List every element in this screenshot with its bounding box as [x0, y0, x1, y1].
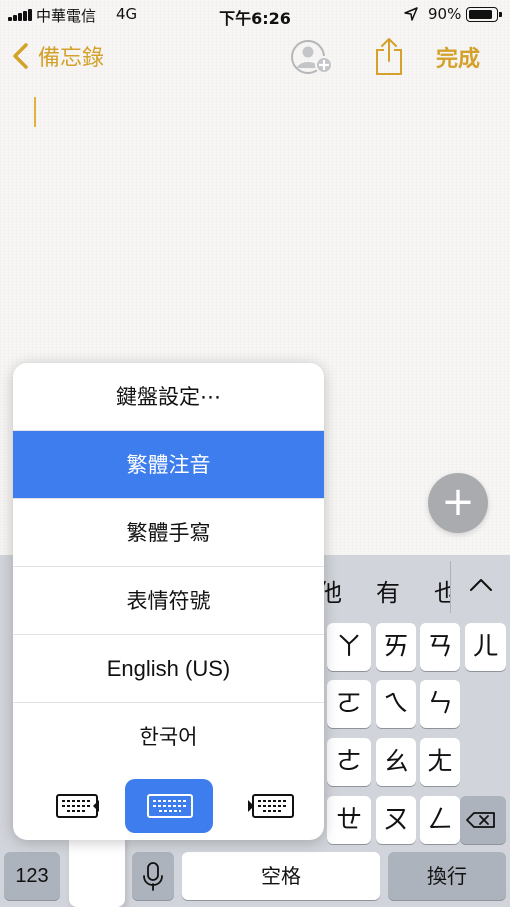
- key-label: 空格: [261, 864, 301, 888]
- key-ㄝ[interactable]: ㄝ: [327, 796, 371, 844]
- return-key[interactable]: 換行: [388, 852, 506, 900]
- delete-icon: [466, 812, 495, 828]
- back-label: 備忘錄: [38, 46, 105, 71]
- keyboard-left-button[interactable]: [35, 779, 123, 833]
- keyboard-layout-options: [13, 771, 324, 840]
- key-ㄢ[interactable]: ㄢ: [420, 623, 460, 671]
- keyboard-switcher-menu: 鍵盤設定⋯ 繁體注音 繁體手寫 表情符號 English (US) 한국어: [13, 363, 324, 840]
- status-bar: 中華電信 4G 下午6:26 90%: [0, 0, 510, 30]
- key-ㄜ[interactable]: ㄜ: [327, 738, 371, 786]
- text-cursor: [34, 97, 36, 127]
- key-label: ㄤ: [426, 747, 453, 777]
- microphone-icon: [143, 862, 163, 891]
- key-label: ㄝ: [335, 805, 362, 835]
- menu-item-zhuyin[interactable]: 繁體注音: [13, 431, 324, 499]
- key-ㄞ[interactable]: ㄞ: [376, 623, 416, 671]
- key-ㄤ[interactable]: ㄤ: [420, 738, 460, 786]
- key-label: ㄛ: [335, 689, 362, 719]
- key-label: 換行: [427, 864, 467, 888]
- candidate-word[interactable]: 也: [434, 573, 450, 608]
- key-ㄡ[interactable]: ㄡ: [376, 796, 416, 844]
- back-button[interactable]: 備忘錄: [10, 40, 104, 72]
- keyboard-full-icon: [147, 794, 193, 818]
- keyboard-right-icon: [248, 794, 294, 818]
- battery-icon: [466, 7, 502, 22]
- keyboard-full-button[interactable]: [125, 779, 213, 833]
- share-icon[interactable]: [374, 36, 404, 76]
- menu-item-korean[interactable]: 한국어: [13, 703, 324, 771]
- done-button[interactable]: 完成: [436, 41, 480, 73]
- key-ㄠ[interactable]: ㄠ: [376, 738, 416, 786]
- key-label: ㄜ: [335, 747, 362, 777]
- key-label: ㄟ: [382, 689, 409, 719]
- candidate-divider: [450, 561, 451, 613]
- navigation-bar: 備忘錄 完成: [0, 30, 510, 84]
- key-ㄟ[interactable]: ㄟ: [376, 680, 416, 728]
- menu-item-emoji[interactable]: 表情符號: [13, 567, 324, 635]
- key-label: ㄞ: [382, 632, 409, 662]
- key-ㄛ[interactable]: ㄛ: [327, 680, 371, 728]
- key-label: 123: [15, 865, 49, 887]
- key-ㄥ[interactable]: ㄥ: [420, 796, 460, 844]
- key-ㄚ[interactable]: ㄚ: [327, 623, 371, 671]
- space-key[interactable]: 空格: [182, 852, 380, 900]
- menu-item-handwriting[interactable]: 繁體手寫: [13, 499, 324, 567]
- keyboard-left-icon: [56, 794, 99, 818]
- key-ㄦ[interactable]: ㄦ: [465, 623, 506, 671]
- key-label: ㄚ: [335, 632, 362, 662]
- switcher-pointer: [69, 835, 125, 907]
- chevron-up-icon[interactable]: [466, 573, 496, 597]
- key-label: ㄡ: [382, 805, 409, 835]
- add-button[interactable]: +: [428, 473, 488, 533]
- menu-item-keyboard-settings[interactable]: 鍵盤設定⋯: [13, 363, 324, 431]
- key-label: ㄦ: [472, 632, 499, 662]
- key-label: ㄥ: [426, 805, 453, 835]
- add-person-icon[interactable]: [290, 39, 334, 75]
- candidate-word[interactable]: 有: [376, 573, 400, 608]
- key-label: ㄣ: [426, 689, 453, 719]
- numbers-key[interactable]: 123: [4, 852, 60, 900]
- delete-key[interactable]: [460, 796, 506, 844]
- key-label: ㄢ: [426, 632, 453, 662]
- location-arrow-icon: [404, 7, 418, 21]
- chevron-left-icon: [13, 43, 28, 69]
- menu-item-english[interactable]: English (US): [13, 635, 324, 703]
- key-label: ㄠ: [382, 747, 409, 777]
- keyboard-right-button[interactable]: [225, 779, 313, 833]
- key-ㄣ[interactable]: ㄣ: [420, 680, 460, 728]
- dictation-key[interactable]: [132, 852, 174, 900]
- battery-percent: 90%: [428, 5, 462, 23]
